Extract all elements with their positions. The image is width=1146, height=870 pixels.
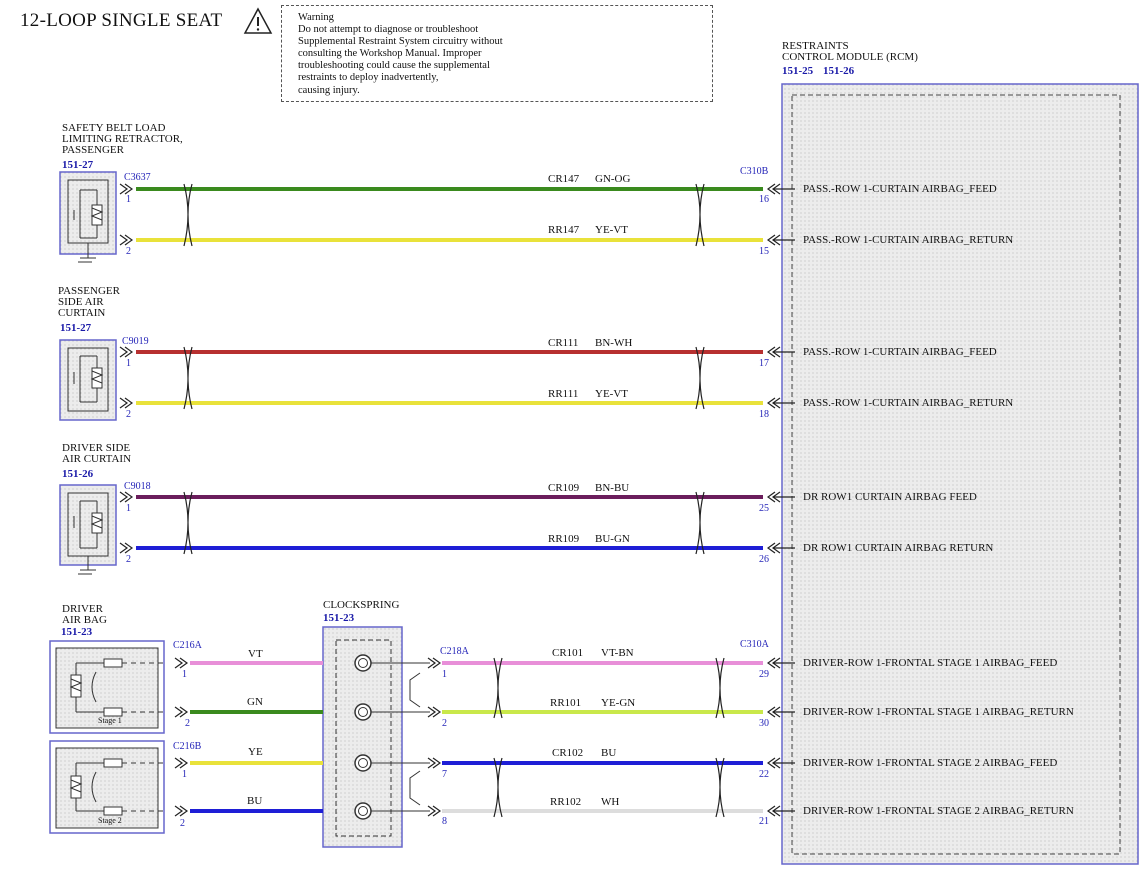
circuit-id: RR101 bbox=[550, 697, 582, 709]
component-label-belt-retractor: SAFETY BELT LOAD LIMITING RETRACTOR, PAS… bbox=[62, 122, 183, 156]
pin-rcm: 25 bbox=[759, 503, 769, 514]
circuit-id: CR101 bbox=[552, 647, 584, 659]
pin-left: 1 bbox=[126, 194, 131, 205]
pin-left: 2 bbox=[126, 246, 131, 257]
circuit-id: CR147 bbox=[548, 173, 580, 185]
circuit-id: RR109 bbox=[548, 533, 580, 545]
pin-rcm: 22 bbox=[759, 769, 769, 780]
wire-color-code: BU-GN bbox=[595, 533, 630, 545]
wire-color-code: GN-OG bbox=[595, 173, 631, 185]
warning-triangle-icon bbox=[243, 7, 273, 34]
pin-left: 2 bbox=[180, 818, 185, 829]
pin-rcm: 29 bbox=[759, 669, 769, 680]
circuit-id: RR111 bbox=[548, 388, 579, 400]
rcm-ref-2: 151-26 bbox=[823, 65, 855, 77]
pin-left: 2 bbox=[126, 409, 131, 420]
circuit-id: RR147 bbox=[548, 224, 580, 236]
driver-curtain-symbol bbox=[59, 484, 117, 575]
connector-c9019: C9019 bbox=[122, 336, 149, 347]
passenger-curtain-symbol bbox=[59, 339, 117, 421]
circuit-id: CR111 bbox=[548, 337, 579, 349]
connector-c216b: C216B bbox=[173, 741, 202, 752]
signal-label: PASS.-ROW 1-CURTAIN AIRBAG_RETURN bbox=[803, 397, 1014, 409]
rcm-ref-1: 151-25 bbox=[782, 65, 814, 77]
belt-retractor-symbol bbox=[59, 171, 117, 263]
wire-color-code: YE-VT bbox=[595, 224, 628, 236]
signal-label: PASS.-ROW 1-CURTAIN AIRBAG_FEED bbox=[803, 183, 997, 195]
clockspring-ref: 151-23 bbox=[323, 612, 355, 624]
component-label-passenger-curtain: PASSENGER SIDE AIR CURTAIN bbox=[58, 285, 120, 319]
signal-label: DRIVER-ROW 1-FRONTAL STAGE 2 AIRBAG_FEED bbox=[803, 757, 1058, 769]
wiring-diagram: 12-LOOP SINGLE SEAT Warning Do not attem… bbox=[0, 0, 1146, 870]
component-label-driver-curtain: DRIVER SIDE AIR CURTAIN bbox=[62, 442, 132, 465]
connector-c310a: C310A bbox=[740, 639, 769, 650]
signal-label: PASS.-ROW 1-CURTAIN AIRBAG_RETURN bbox=[803, 234, 1014, 246]
twist-markers bbox=[183, 183, 725, 818]
wire-color-code: WH bbox=[601, 796, 620, 808]
wire-color-code: YE-VT bbox=[595, 388, 628, 400]
component-ref-driver-curtain: 151-26 bbox=[62, 468, 94, 480]
diagram-title: 12-LOOP SINGLE SEAT bbox=[20, 10, 223, 31]
rcm-module-frame bbox=[781, 83, 1139, 865]
short-wire-color: VT bbox=[248, 648, 263, 660]
pin-rcm: 15 bbox=[759, 246, 769, 257]
pin-left: 2 bbox=[126, 554, 131, 565]
circuit-id: CR102 bbox=[552, 747, 584, 759]
connector-c216a: C216A bbox=[173, 640, 202, 651]
short-wire-color: BU bbox=[247, 795, 263, 807]
signal-label: DRIVER-ROW 1-FRONTAL STAGE 1 AIRBAG_FEED bbox=[803, 657, 1058, 669]
clockspring-label: CLOCKSPRING bbox=[323, 599, 400, 611]
warning-text: Warning Do not attempt to diagnose or tr… bbox=[298, 12, 503, 96]
pin-clockspring: 8 bbox=[442, 816, 447, 827]
pin-rcm: 18 bbox=[759, 409, 769, 420]
circuit-id: CR109 bbox=[548, 482, 580, 494]
component-ref-driver-airbag: 151-23 bbox=[61, 626, 93, 638]
stage-2-label: Stage 2 bbox=[98, 816, 122, 825]
signal-label: DR ROW1 CURTAIN AIRBAG RETURN bbox=[803, 542, 994, 554]
pin-clockspring: 7 bbox=[442, 769, 447, 780]
pin-rcm: 26 bbox=[759, 554, 769, 565]
short-wire-color: YE bbox=[248, 746, 263, 758]
clockspring-symbol bbox=[322, 626, 430, 848]
signal-label: PASS.-ROW 1-CURTAIN AIRBAG_FEED bbox=[803, 346, 997, 358]
short-wire-color: GN bbox=[247, 696, 263, 708]
wire-color-code: YE-GN bbox=[601, 697, 636, 709]
wire-color-code: BU bbox=[601, 747, 617, 759]
connector-c218a: C218A bbox=[440, 646, 469, 657]
pin-left: 1 bbox=[182, 769, 187, 780]
pin-rcm: 30 bbox=[759, 718, 769, 729]
pin-left: 1 bbox=[126, 503, 131, 514]
pin-rcm: 21 bbox=[759, 816, 769, 827]
connector-c3637: C3637 bbox=[124, 172, 151, 183]
pin-clockspring: 2 bbox=[442, 718, 447, 729]
component-ref-passenger-curtain: 151-27 bbox=[60, 322, 92, 334]
component-ref-belt-retractor: 151-27 bbox=[62, 159, 94, 171]
stage-1-label: Stage 1 bbox=[98, 716, 122, 725]
pin-left: 2 bbox=[185, 718, 190, 729]
rcm-label: RESTRAINTS CONTROL MODULE (RCM) bbox=[782, 40, 918, 63]
pin-rcm: 17 bbox=[759, 358, 769, 369]
pin-rcm: 16 bbox=[759, 194, 769, 205]
signal-label: DR ROW1 CURTAIN AIRBAG FEED bbox=[803, 491, 977, 503]
signal-label: DRIVER-ROW 1-FRONTAL STAGE 2 AIRBAG_RETU… bbox=[803, 805, 1074, 817]
connector-c9018: C9018 bbox=[124, 481, 151, 492]
wire-color-code: BN-BU bbox=[595, 482, 630, 494]
pin-left: 1 bbox=[126, 358, 131, 369]
circuit-id: RR102 bbox=[550, 796, 582, 808]
component-label-driver-airbag: DRIVER AIR BAG bbox=[62, 603, 107, 626]
signal-label: DRIVER-ROW 1-FRONTAL STAGE 1 AIRBAG_RETU… bbox=[803, 706, 1074, 718]
wire-color-code: VT-BN bbox=[601, 647, 634, 659]
connector-c310b: C310B bbox=[740, 166, 769, 177]
pin-clockspring: 1 bbox=[442, 669, 447, 680]
wire-color-code: BN-WH bbox=[595, 337, 633, 349]
pin-left: 1 bbox=[182, 669, 187, 680]
